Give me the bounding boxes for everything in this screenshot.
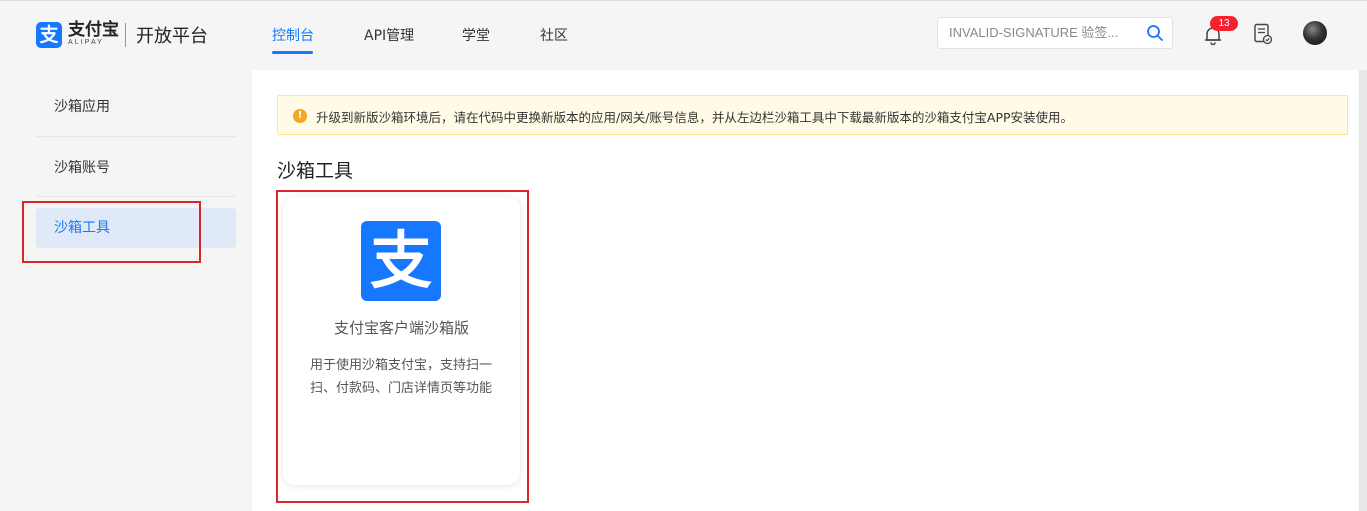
highlight-box	[276, 190, 529, 503]
nav-academy[interactable]: 学堂	[462, 25, 490, 45]
warning-icon: !	[293, 109, 307, 123]
sidebar-item-sandbox-account[interactable]: 沙箱账号	[36, 148, 236, 188]
nav-community[interactable]: 社区	[540, 25, 568, 45]
nav-api-management[interactable]: API管理	[364, 25, 414, 45]
sidebar-item-sandbox-app[interactable]: 沙箱应用	[36, 87, 236, 127]
top-header: 支 支付宝 ALIPAY 开放平台 控制台 API管理 学堂 社区 13	[0, 0, 1367, 70]
platform-title[interactable]: 开放平台	[136, 22, 208, 48]
nav-console[interactable]: 控制台	[272, 25, 314, 45]
notice-text: 升级到新版沙箱环境后，请在代码中更换新版本的应用/网关/账号信息，并从左边栏沙箱…	[316, 110, 1074, 125]
search-input[interactable]	[949, 24, 1129, 39]
notification-badge: 13	[1210, 16, 1238, 31]
search-icon[interactable]	[1146, 24, 1164, 42]
alipay-logo-icon[interactable]: 支	[36, 22, 62, 48]
brand-divider	[125, 23, 126, 47]
brand-name-en: ALIPAY	[68, 39, 105, 46]
nav-active-indicator	[272, 51, 313, 54]
scrollbar[interactable]	[1359, 70, 1367, 511]
highlight-box	[22, 201, 201, 263]
sidebar: 沙箱应用 沙箱账号 沙箱工具	[0, 70, 252, 511]
sidebar-divider	[36, 136, 236, 137]
page-title: 沙箱工具	[277, 160, 354, 182]
upgrade-notice-banner: ! 升级到新版沙箱环境后，请在代码中更换新版本的应用/网关/账号信息，并从左边栏…	[277, 95, 1348, 135]
brand-name[interactable]: 支付宝	[68, 20, 119, 40]
document-check-icon[interactable]	[1253, 23, 1273, 45]
search-box[interactable]	[937, 17, 1173, 49]
user-avatar[interactable]	[1303, 21, 1327, 45]
sidebar-divider	[36, 196, 236, 197]
